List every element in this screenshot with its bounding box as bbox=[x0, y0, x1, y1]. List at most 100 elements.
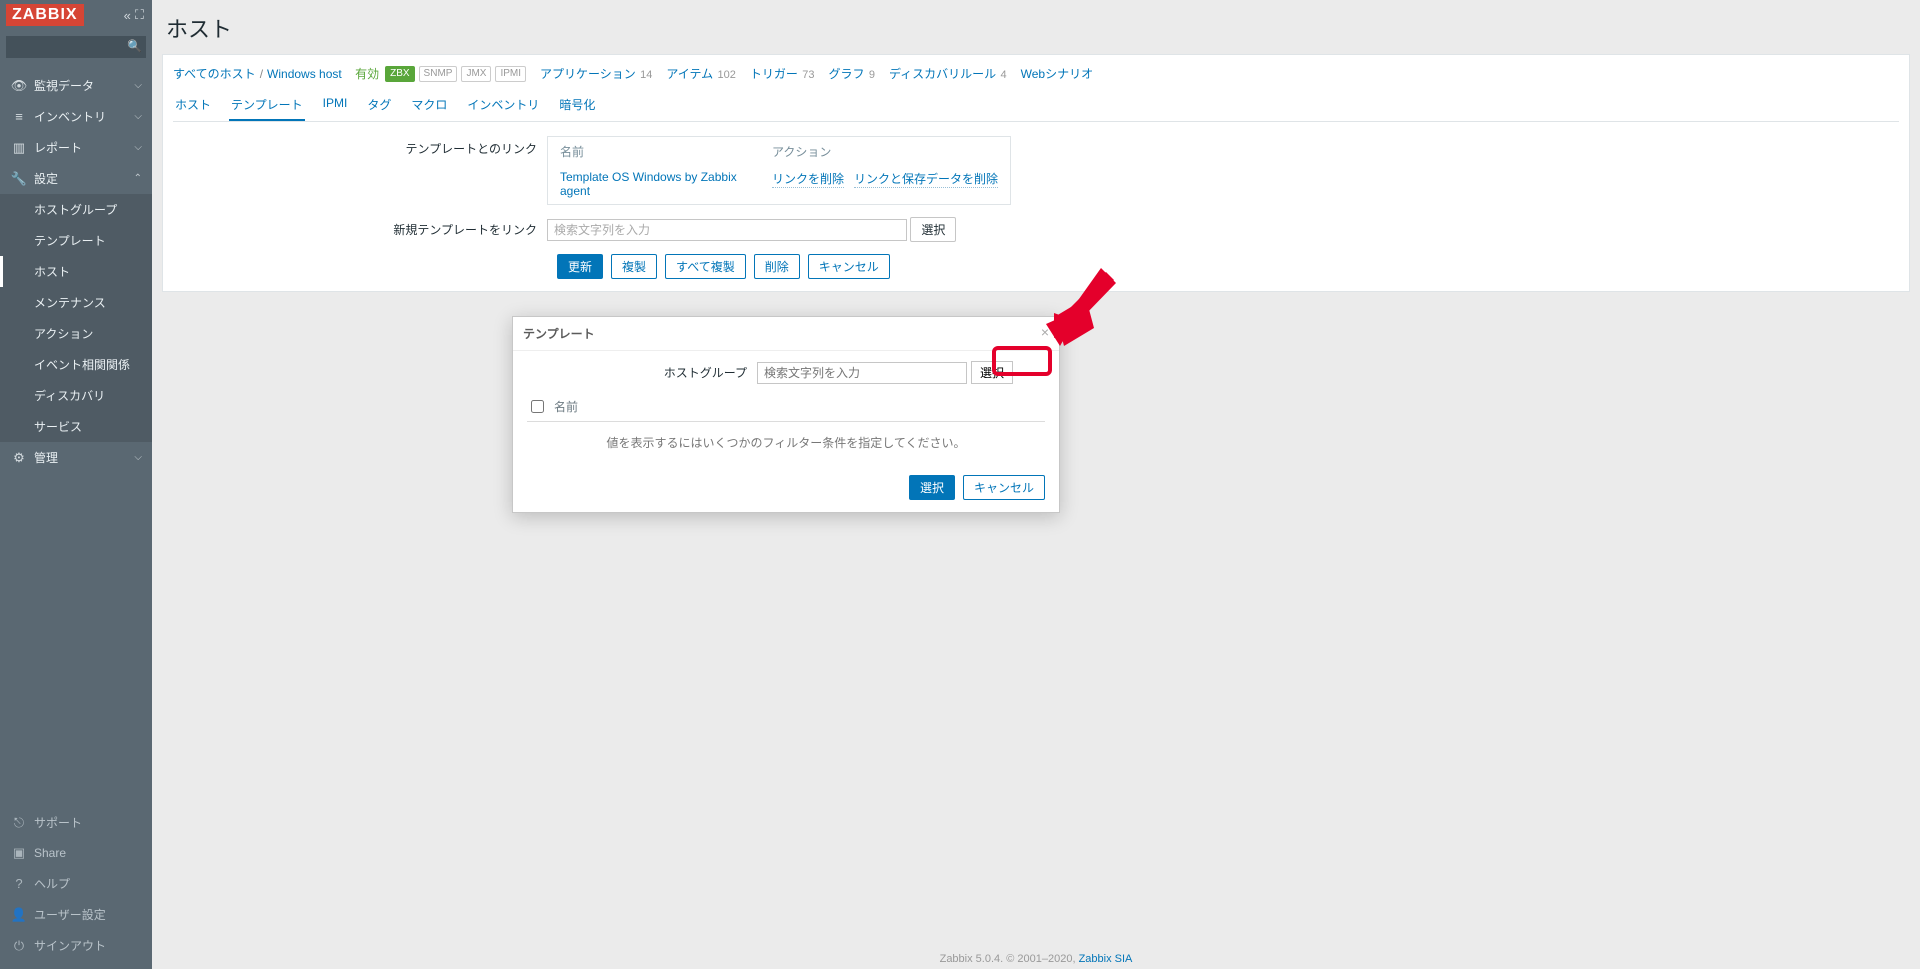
content-box: すべてのホスト / Windows host 有効 ZBX SNMP JMX I… bbox=[162, 54, 1910, 292]
link-items[interactable]: アイテム bbox=[666, 67, 713, 81]
user-icon: 👤 bbox=[10, 907, 28, 923]
sidebar: ZABBIX « ⛶ 🔍 👁監視データ⌵ ≡インベントリ⌵ ▥レポート⌵ 🔧設定… bbox=[0, 0, 152, 969]
chevron-down-icon: ⌵ bbox=[134, 142, 142, 153]
page-title: ホスト bbox=[166, 12, 1910, 44]
tabs: ホスト テンプレート IPMI タグ マクロ インベントリ 暗号化 bbox=[173, 92, 1899, 122]
modal-select-button[interactable]: 選択 bbox=[909, 475, 955, 500]
breadcrumb-host[interactable]: Windows host bbox=[267, 67, 342, 81]
gear-icon: ⚙ bbox=[10, 450, 28, 466]
tab-templates[interactable]: テンプレート bbox=[229, 92, 305, 121]
tab-host[interactable]: ホスト bbox=[173, 92, 213, 121]
sidebar-item-monitoring[interactable]: 👁監視データ⌵ bbox=[0, 70, 152, 101]
footer: Zabbix 5.0.4. © 2001–2020, Zabbix SIA bbox=[152, 953, 1920, 965]
link-triggers[interactable]: トリガー bbox=[750, 67, 798, 81]
table-row: Template OS Windows by Zabbix agent リンクを… bbox=[550, 166, 1008, 202]
modal-empty-message: 値を表示するにはいくつかのフィルター条件を指定してください。 bbox=[527, 428, 1045, 465]
sidebar-signout[interactable]: ⏻サインアウト bbox=[0, 930, 152, 961]
template-modal: テンプレート × ホストグループ 選択 名前 値を表示するにはいくつかのフィルタ… bbox=[512, 316, 1060, 513]
sidebar-sub-maintenance[interactable]: メンテナンス bbox=[0, 287, 152, 318]
delete-button[interactable]: 削除 bbox=[754, 254, 800, 279]
tab-ipmi[interactable]: IPMI bbox=[321, 92, 350, 121]
footer-link[interactable]: Zabbix SIA bbox=[1079, 953, 1133, 965]
modal-header: テンプレート × bbox=[513, 317, 1059, 351]
label-link-new-template: 新規テンプレートをリンク bbox=[173, 217, 547, 242]
bar-chart-icon: ▥ bbox=[10, 140, 28, 156]
new-template-input[interactable] bbox=[547, 219, 907, 241]
modal-table-head: 名前 bbox=[527, 394, 1045, 422]
sidebar-sub-templates[interactable]: テンプレート bbox=[0, 225, 152, 256]
modal-cancel-button[interactable]: キャンセル bbox=[963, 475, 1045, 500]
sidebar-item-admin[interactable]: ⚙管理⌵ bbox=[0, 442, 152, 473]
sidebar-menu: 👁監視データ⌵ ≡インベントリ⌵ ▥レポート⌵ 🔧設定⌃ ホストグループ テンプ… bbox=[0, 70, 152, 807]
th-action: アクション bbox=[762, 139, 1008, 164]
wrench-icon: 🔧 bbox=[10, 171, 28, 187]
badge-zbx: ZBX bbox=[385, 66, 414, 82]
modal-col-name: 名前 bbox=[554, 398, 578, 415]
modal-hostgroup-input[interactable] bbox=[757, 362, 967, 384]
tab-tags[interactable]: タグ bbox=[365, 92, 393, 121]
sidebar-item-reports[interactable]: ▥レポート⌵ bbox=[0, 132, 152, 163]
linked-templates-table: 名前 アクション Template OS Windows by Zabbix a… bbox=[547, 136, 1011, 205]
sidebar-support[interactable]: ⎋サポート bbox=[0, 807, 152, 838]
link-graphs[interactable]: グラフ bbox=[829, 67, 865, 81]
sidebar-sub-actions[interactable]: アクション bbox=[0, 318, 152, 349]
row-linked-templates: テンプレートとのリンク 名前 アクション Template OS Windows… bbox=[173, 136, 1899, 205]
update-button[interactable]: 更新 bbox=[557, 254, 603, 279]
linked-template-link[interactable]: Template OS Windows by Zabbix agent bbox=[560, 170, 737, 198]
tab-macros[interactable]: マクロ bbox=[409, 92, 449, 121]
sidebar-sub-hostgroups[interactable]: ホストグループ bbox=[0, 194, 152, 225]
link-applications[interactable]: アプリケーション bbox=[540, 67, 636, 81]
collapse-sidebar-icon[interactable]: « bbox=[122, 8, 133, 23]
modal-body: ホストグループ 選択 名前 値を表示するにはいくつかのフィルター条件を指定してく… bbox=[513, 351, 1059, 475]
link-discovery[interactable]: ディスカバリルール bbox=[889, 67, 996, 81]
tab-encryption[interactable]: 暗号化 bbox=[557, 92, 597, 121]
link-web[interactable]: Webシナリオ bbox=[1021, 67, 1093, 81]
breadcrumb-separator: / bbox=[260, 67, 263, 81]
eye-icon: 👁 bbox=[10, 78, 28, 94]
unlink-link[interactable]: リンクを削除 bbox=[772, 172, 844, 188]
sidebar-sub-discovery[interactable]: ディスカバリ bbox=[0, 380, 152, 411]
modal-select-all-checkbox[interactable] bbox=[531, 400, 544, 413]
chevron-down-icon: ⌵ bbox=[134, 452, 142, 463]
new-template-select-button[interactable]: 選択 bbox=[910, 217, 956, 242]
share-icon: ▣ bbox=[10, 845, 28, 861]
breadcrumb-row: すべてのホスト / Windows host 有効 ZBX SNMP JMX I… bbox=[173, 65, 1899, 82]
popout-icon[interactable]: ⛶ bbox=[133, 7, 146, 23]
sidebar-sub-hosts[interactable]: ホスト bbox=[0, 256, 152, 287]
help-icon: ? bbox=[10, 876, 28, 891]
badge-jmx: JMX bbox=[461, 66, 491, 82]
sidebar-item-inventory[interactable]: ≡インベントリ⌵ bbox=[0, 101, 152, 132]
sidebar-sub-services[interactable]: サービス bbox=[0, 411, 152, 442]
badge-snmp: SNMP bbox=[419, 66, 458, 82]
modal-hostgroup-select-button[interactable]: 選択 bbox=[971, 361, 1013, 384]
full-clone-button[interactable]: すべて複製 bbox=[665, 254, 746, 279]
button-row: 更新 複製 すべて複製 削除 キャンセル bbox=[557, 254, 1899, 279]
chevron-up-icon: ⌃ bbox=[134, 173, 142, 184]
chevron-down-icon: ⌵ bbox=[134, 80, 142, 91]
sidebar-search: 🔍 bbox=[6, 36, 146, 58]
sidebar-user[interactable]: 👤ユーザー設定 bbox=[0, 899, 152, 930]
modal-footer: 選択 キャンセル bbox=[513, 475, 1059, 512]
breadcrumb-all-hosts[interactable]: すべてのホスト bbox=[173, 65, 256, 82]
tab-inventory[interactable]: インベントリ bbox=[465, 92, 541, 121]
sidebar-help[interactable]: ?ヘルプ bbox=[0, 868, 152, 899]
cancel-button[interactable]: キャンセル bbox=[808, 254, 890, 279]
sidebar-top: ZABBIX « ⛶ bbox=[0, 0, 152, 30]
unlink-clear-link[interactable]: リンクと保存データを削除 bbox=[854, 172, 998, 188]
clone-button[interactable]: 複製 bbox=[611, 254, 657, 279]
label-linked-templates: テンプレートとのリンク bbox=[173, 136, 547, 205]
modal-label-hostgroup: ホストグループ bbox=[527, 364, 757, 381]
search-input[interactable] bbox=[6, 36, 146, 58]
brand-logo[interactable]: ZABBIX bbox=[6, 4, 84, 26]
sidebar-item-config[interactable]: 🔧設定⌃ bbox=[0, 163, 152, 194]
modal-title: テンプレート bbox=[523, 325, 595, 342]
status-enabled: 有効 bbox=[353, 67, 381, 81]
close-icon[interactable]: × bbox=[1041, 324, 1049, 340]
list-icon: ≡ bbox=[10, 109, 28, 124]
page: ホスト すべてのホスト / Windows host 有効 ZBX SNMP J… bbox=[152, 0, 1920, 312]
sidebar-share[interactable]: ▣Share bbox=[0, 838, 152, 868]
sidebar-bottom: ⎋サポート ▣Share ?ヘルプ 👤ユーザー設定 ⏻サインアウト bbox=[0, 807, 152, 969]
power-icon: ⏻ bbox=[10, 938, 28, 954]
th-name: 名前 bbox=[550, 139, 760, 164]
sidebar-sub-event-correlation[interactable]: イベント相関関係 bbox=[0, 349, 152, 380]
